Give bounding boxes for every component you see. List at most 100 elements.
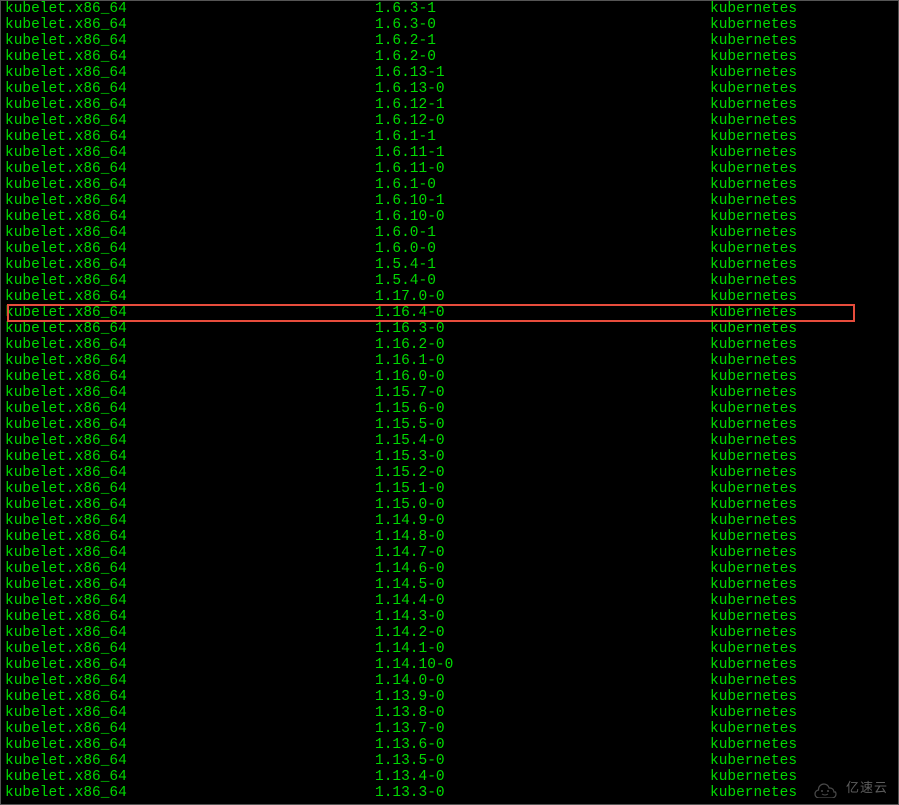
package-repo: kubernetes <box>710 785 797 801</box>
package-repo: kubernetes <box>710 769 797 785</box>
package-repo: kubernetes <box>710 705 797 721</box>
package-row: kubelet.x86_641.16.1-0kubernetes <box>5 353 898 369</box>
package-version: 1.6.1-0 <box>375 177 710 193</box>
package-version: 1.15.5-0 <box>375 417 710 433</box>
package-name: kubelet.x86_64 <box>5 97 375 113</box>
package-repo: kubernetes <box>710 145 797 161</box>
package-repo: kubernetes <box>710 545 797 561</box>
package-repo: kubernetes <box>710 65 797 81</box>
package-name: kubelet.x86_64 <box>5 545 375 561</box>
package-version: 1.15.6-0 <box>375 401 710 417</box>
package-repo: kubernetes <box>710 385 797 401</box>
package-repo: kubernetes <box>710 449 797 465</box>
package-version: 1.16.2-0 <box>375 337 710 353</box>
package-name: kubelet.x86_64 <box>5 65 375 81</box>
package-name: kubelet.x86_64 <box>5 785 375 801</box>
package-repo: kubernetes <box>710 273 797 289</box>
package-name: kubelet.x86_64 <box>5 145 375 161</box>
package-version: 1.14.9-0 <box>375 513 710 529</box>
package-name: kubelet.x86_64 <box>5 369 375 385</box>
package-version: 1.14.3-0 <box>375 609 710 625</box>
package-name: kubelet.x86_64 <box>5 353 375 369</box>
package-version: 1.15.2-0 <box>375 465 710 481</box>
package-row: kubelet.x86_641.14.6-0kubernetes <box>5 561 898 577</box>
package-row: kubelet.x86_641.16.4-0kubernetes <box>5 305 898 321</box>
package-name: kubelet.x86_64 <box>5 753 375 769</box>
package-row: kubelet.x86_641.13.6-0kubernetes <box>5 737 898 753</box>
package-repo: kubernetes <box>710 193 797 209</box>
package-version: 1.6.12-1 <box>375 97 710 113</box>
package-repo: kubernetes <box>710 321 797 337</box>
package-name: kubelet.x86_64 <box>5 657 375 673</box>
package-name: kubelet.x86_64 <box>5 593 375 609</box>
package-name: kubelet.x86_64 <box>5 769 375 785</box>
watermark-text: 亿速云 <box>846 780 888 796</box>
package-name: kubelet.x86_64 <box>5 257 375 273</box>
package-repo: kubernetes <box>710 49 797 65</box>
package-row: kubelet.x86_641.15.3-0kubernetes <box>5 449 898 465</box>
package-repo: kubernetes <box>710 753 797 769</box>
package-version: 1.16.3-0 <box>375 321 710 337</box>
package-version: 1.14.1-0 <box>375 641 710 657</box>
package-version: 1.16.4-0 <box>375 305 710 321</box>
package-version: 1.15.4-0 <box>375 433 710 449</box>
package-version: 1.6.11-0 <box>375 161 710 177</box>
package-repo: kubernetes <box>710 305 797 321</box>
package-version: 1.14.2-0 <box>375 625 710 641</box>
package-version: 1.14.5-0 <box>375 577 710 593</box>
package-repo: kubernetes <box>710 401 797 417</box>
package-row: kubelet.x86_641.13.9-0kubernetes <box>5 689 898 705</box>
package-repo: kubernetes <box>710 241 797 257</box>
package-name: kubelet.x86_64 <box>5 17 375 33</box>
package-row: kubelet.x86_641.14.10-0kubernetes <box>5 657 898 673</box>
package-row: kubelet.x86_641.14.3-0kubernetes <box>5 609 898 625</box>
package-version: 1.15.0-0 <box>375 497 710 513</box>
package-repo: kubernetes <box>710 625 797 641</box>
package-version: 1.17.0-0 <box>375 289 710 305</box>
package-row: kubelet.x86_641.6.11-0kubernetes <box>5 161 898 177</box>
package-name: kubelet.x86_64 <box>5 81 375 97</box>
package-version: 1.6.0-1 <box>375 225 710 241</box>
package-row: kubelet.x86_641.15.1-0kubernetes <box>5 481 898 497</box>
package-name: kubelet.x86_64 <box>5 417 375 433</box>
package-repo: kubernetes <box>710 497 797 513</box>
package-version: 1.13.8-0 <box>375 705 710 721</box>
package-version: 1.13.9-0 <box>375 689 710 705</box>
package-repo: kubernetes <box>710 433 797 449</box>
package-row: kubelet.x86_641.6.12-0kubernetes <box>5 113 898 129</box>
package-version: 1.14.10-0 <box>375 657 710 673</box>
package-name: kubelet.x86_64 <box>5 177 375 193</box>
package-name: kubelet.x86_64 <box>5 113 375 129</box>
package-name: kubelet.x86_64 <box>5 737 375 753</box>
package-version: 1.6.2-0 <box>375 49 710 65</box>
package-row: kubelet.x86_641.15.2-0kubernetes <box>5 465 898 481</box>
package-row: kubelet.x86_641.6.2-1kubernetes <box>5 33 898 49</box>
package-name: kubelet.x86_64 <box>5 609 375 625</box>
package-row: kubelet.x86_641.6.12-1kubernetes <box>5 97 898 113</box>
package-row: kubelet.x86_641.13.4-0kubernetes <box>5 769 898 785</box>
package-row: kubelet.x86_641.14.9-0kubernetes <box>5 513 898 529</box>
package-name: kubelet.x86_64 <box>5 641 375 657</box>
package-repo: kubernetes <box>710 289 797 305</box>
package-row: kubelet.x86_641.6.3-1kubernetes <box>5 1 898 17</box>
package-row: kubelet.x86_641.6.0-1kubernetes <box>5 225 898 241</box>
package-repo: kubernetes <box>710 673 797 689</box>
package-name: kubelet.x86_64 <box>5 449 375 465</box>
package-name: kubelet.x86_64 <box>5 305 375 321</box>
package-repo: kubernetes <box>710 721 797 737</box>
package-repo: kubernetes <box>710 225 797 241</box>
package-row: kubelet.x86_641.6.0-0kubernetes <box>5 241 898 257</box>
package-row: kubelet.x86_641.14.0-0kubernetes <box>5 673 898 689</box>
package-name: kubelet.x86_64 <box>5 289 375 305</box>
package-name: kubelet.x86_64 <box>5 321 375 337</box>
package-version: 1.5.4-1 <box>375 257 710 273</box>
package-repo: kubernetes <box>710 369 797 385</box>
package-row: kubelet.x86_641.6.13-0kubernetes <box>5 81 898 97</box>
package-version: 1.13.6-0 <box>375 737 710 753</box>
package-repo: kubernetes <box>710 593 797 609</box>
package-row: kubelet.x86_641.15.0-0kubernetes <box>5 497 898 513</box>
package-name: kubelet.x86_64 <box>5 385 375 401</box>
package-name: kubelet.x86_64 <box>5 193 375 209</box>
package-name: kubelet.x86_64 <box>5 705 375 721</box>
package-name: kubelet.x86_64 <box>5 689 375 705</box>
